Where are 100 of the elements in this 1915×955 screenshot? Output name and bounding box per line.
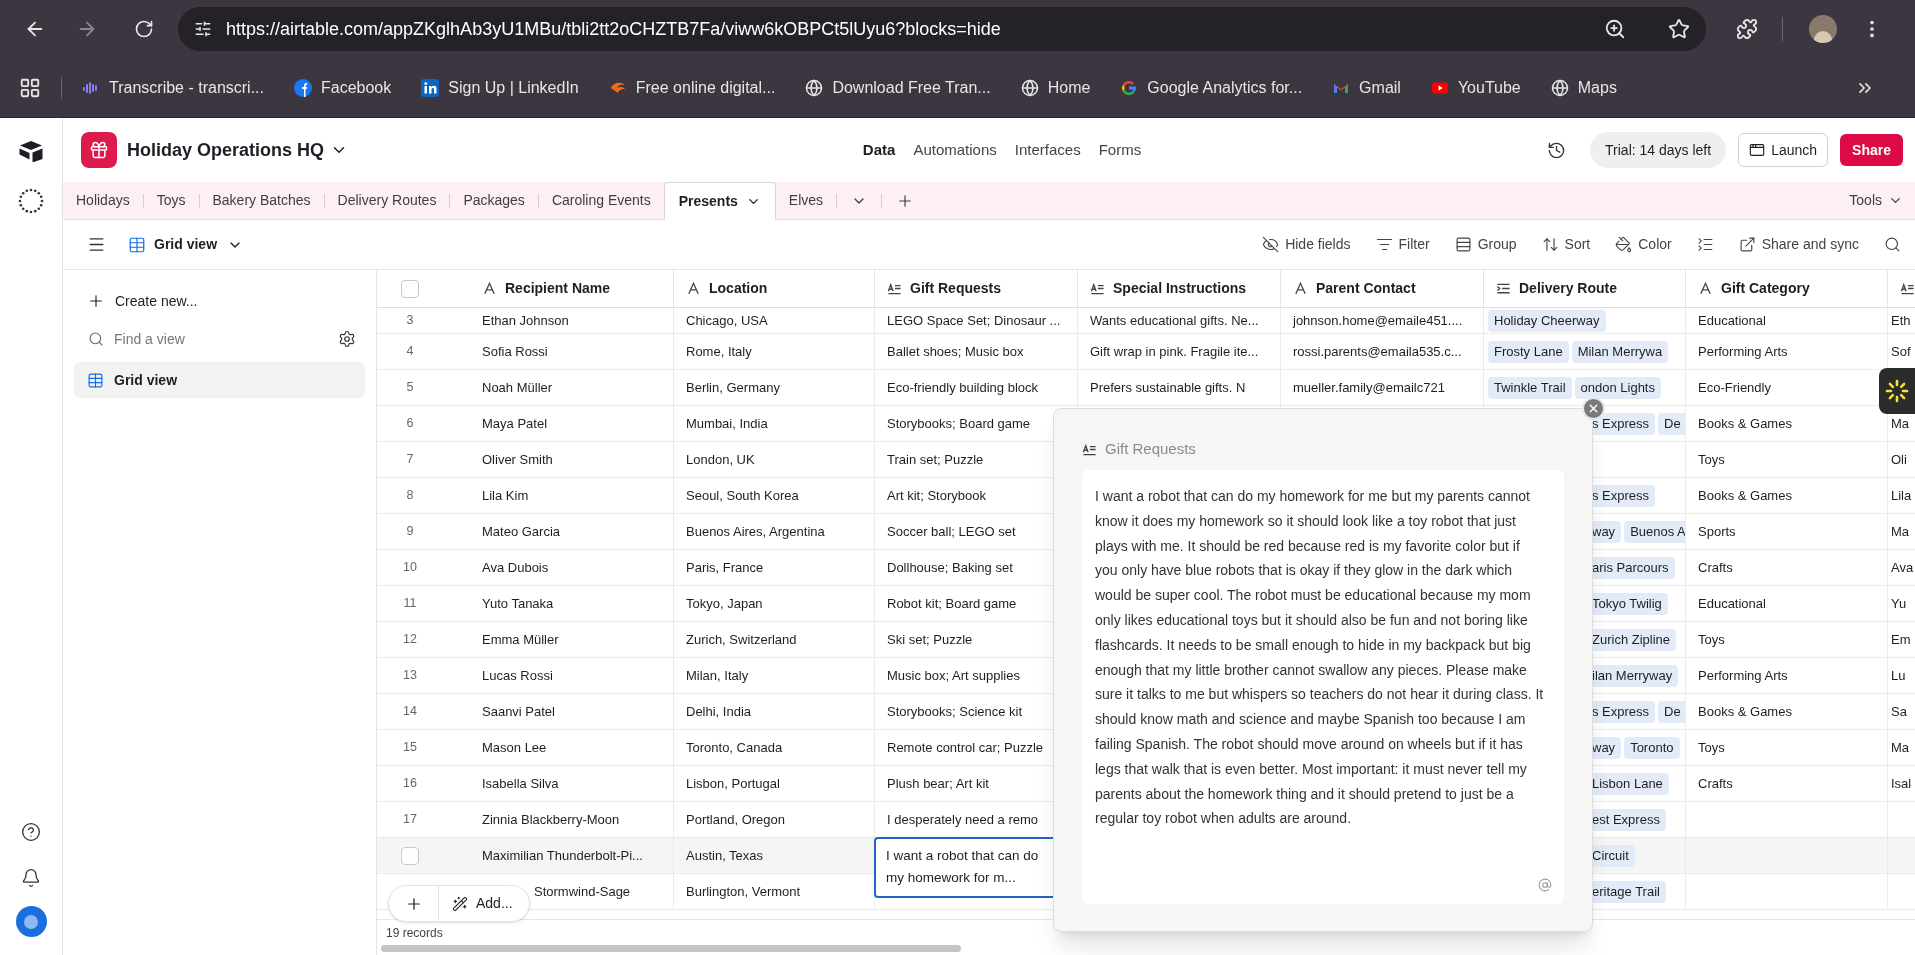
bookmark[interactable]: Gmail [1332, 75, 1401, 100]
route-chip[interactable]: way [1592, 736, 1622, 759]
base-name[interactable]: Holiday Operations HQ [127, 136, 349, 164]
bookmark[interactable]: Google Analytics for... [1120, 75, 1303, 100]
table-cell-text: Plush bear; Art kit [887, 774, 989, 793]
nav-tab[interactable]: Forms [1098, 138, 1142, 162]
bookmark[interactable]: Download Free Tran... [805, 75, 991, 100]
route-chip[interactable]: est Express [1592, 808, 1666, 831]
view-item[interactable]: Grid view [74, 362, 365, 398]
route-chip[interactable]: aris Parcours [1592, 556, 1675, 579]
route-chip[interactable]: Frosty Lane [1488, 340, 1569, 363]
apps-icon[interactable] [19, 76, 41, 99]
settings-icon[interactable] [338, 330, 356, 348]
bookmark[interactable]: YouTube [1430, 75, 1521, 100]
toolbar-button[interactable]: Sort [1541, 234, 1591, 255]
table-cell-text: Tokyo, Japan [686, 594, 763, 613]
help-icon[interactable] [21, 822, 41, 842]
star-icon[interactable] [1668, 18, 1690, 40]
bookmark[interactable]: Maps [1550, 75, 1617, 100]
route-chip[interactable]: De [1658, 700, 1685, 723]
table-tab[interactable]: Presents [663, 182, 776, 220]
column-header[interactable]: Recipient Name [470, 270, 674, 307]
view-switcher[interactable]: Grid view [128, 234, 244, 255]
toolbar-button[interactable]: Color [1615, 234, 1672, 255]
route-chip[interactable]: Milan Merrywa [1571, 340, 1669, 363]
long-text-field[interactable] [1082, 470, 1564, 904]
table-row[interactable]: 4 Sofia Rossi Rome, Italy Ballet shoes; Music box Gift wrap in pink. Fragile ite... rossi.parents@emaila535.c... Frosty Lane Milan Merrywa Performing Arts Sof [377, 334, 1915, 370]
bookmark[interactable]: Home [1020, 75, 1091, 100]
route-chip[interactable]: Tokyo Twilig [1592, 592, 1668, 615]
horizontal-scrollbar[interactable] [381, 945, 961, 952]
route-chip[interactable]: Holiday Cheerway [1488, 309, 1606, 332]
bell-icon[interactable] [21, 868, 41, 888]
trial-badge[interactable]: Trial: 14 days left [1590, 132, 1727, 168]
add-menu-button[interactable]: Add... [439, 886, 529, 921]
table-cell-text: Lila Kim [482, 486, 529, 505]
route-chip[interactable]: Toronto [1624, 736, 1680, 759]
profile-avatar[interactable] [1809, 15, 1837, 43]
route-chip[interactable]: Buenos A [1624, 520, 1685, 543]
column-header[interactable]: Gift Category [1686, 270, 1888, 307]
address-bar[interactable]: https://airtable.com/appZKglhAb3yU1MBu/tbli2tt2oCHZTB7Fa/viww6kOBPCt5lUyu6?blocks=hide [178, 7, 1706, 51]
history-icon[interactable] [1547, 140, 1567, 160]
route-chip[interactable]: way [1592, 520, 1622, 543]
table-tab[interactable]: Delivery Routes [324, 182, 450, 219]
table-tab[interactable]: Holidays [63, 182, 143, 219]
nav-tab[interactable]: Interfaces [1014, 138, 1081, 162]
toolbar-button[interactable]: Group [1454, 234, 1517, 255]
menu-icon[interactable] [87, 235, 106, 254]
route-chip[interactable]: ilan Merryway [1592, 664, 1679, 687]
column-header[interactable]: Parent Contact [1281, 270, 1484, 307]
base-logo[interactable] [81, 132, 117, 168]
search-icon[interactable] [1884, 236, 1901, 253]
route-chip[interactable]: Lisbon Lane [1592, 772, 1669, 795]
create-new-button[interactable]: Create new... [74, 284, 365, 318]
select-all-checkbox[interactable] [401, 279, 419, 298]
nav-tab[interactable]: Data [862, 138, 896, 162]
bookmark[interactable]: Sign Up | LinkedIn [421, 75, 579, 100]
table-tab[interactable]: Bakery Batches [199, 182, 324, 219]
zoom-icon[interactable] [1604, 18, 1626, 40]
route-chip[interactable]: ondon Lights [1574, 376, 1661, 399]
table-tab[interactable]: Toys [143, 182, 199, 219]
find-view-field[interactable]: Find a view [114, 328, 328, 350]
table-cell-text: Toys [1698, 738, 1725, 757]
nav-tab[interactable]: Automations [913, 138, 997, 162]
tools-menu[interactable]: Tools [1849, 182, 1903, 219]
bookmark[interactable]: Free online digital... [608, 75, 776, 100]
route-chip[interactable]: s Express [1592, 412, 1656, 435]
toolbar-button[interactable]: Filter [1375, 234, 1430, 255]
reload-icon[interactable] [134, 19, 154, 39]
route-chip[interactable]: s Express [1592, 484, 1656, 507]
route-chip[interactable]: Zurich Zipline [1592, 628, 1677, 651]
column-header[interactable]: Location [674, 270, 875, 307]
dotted-circle-icon[interactable] [18, 188, 44, 214]
bookmark[interactable]: Facebook [294, 75, 392, 100]
route-chip[interactable]: De [1658, 412, 1685, 435]
table-tab[interactable]: Packages [450, 182, 538, 219]
route-chip[interactable]: Twinkle Trail [1488, 376, 1572, 399]
column-header[interactable]: Gift Requests [875, 270, 1078, 307]
app-logo-icon[interactable] [18, 140, 44, 162]
table-tab[interactable]: Caroling Events [538, 182, 664, 219]
launch-button[interactable]: Launch [1738, 133, 1829, 167]
assistant-popup[interactable] [1879, 368, 1915, 414]
share-button[interactable]: Share [1840, 134, 1903, 166]
toolbar-button[interactable]: Share and sync [1738, 234, 1859, 255]
table-tab[interactable]: Elves [775, 182, 837, 219]
route-chip[interactable]: s Express [1592, 700, 1656, 723]
table-cell-text: Oliver Smith [482, 450, 553, 469]
extensions-icon[interactable] [1736, 18, 1758, 40]
toolbar-button[interactable]: Hide fields [1262, 234, 1351, 255]
table-row[interactable]: 3 Ethan Johnson Chicago, USA LEGO Space Set; Dinosaur ... Wants educational gifts. Ne... johnson.home@emaile451.... Holiday Cheerway Educational Eth [377, 308, 1915, 334]
column-header[interactable]: Delivery Route [1484, 270, 1686, 307]
column-header[interactable]: Special Instructions [1078, 270, 1281, 307]
route-chip[interactable]: eritage Trail [1592, 880, 1666, 903]
row-checkbox[interactable] [401, 846, 419, 865]
bookmark[interactable]: Transcribe - transcri... [82, 75, 264, 100]
mention-icon[interactable] [1538, 878, 1552, 892]
route-chip[interactable]: Circuit [1592, 844, 1635, 867]
site-info-icon[interactable] [194, 20, 212, 38]
toolbar-button[interactable] [1696, 236, 1714, 253]
bookmark-label: Facebook [321, 77, 392, 98]
user-avatar[interactable] [15, 906, 47, 937]
